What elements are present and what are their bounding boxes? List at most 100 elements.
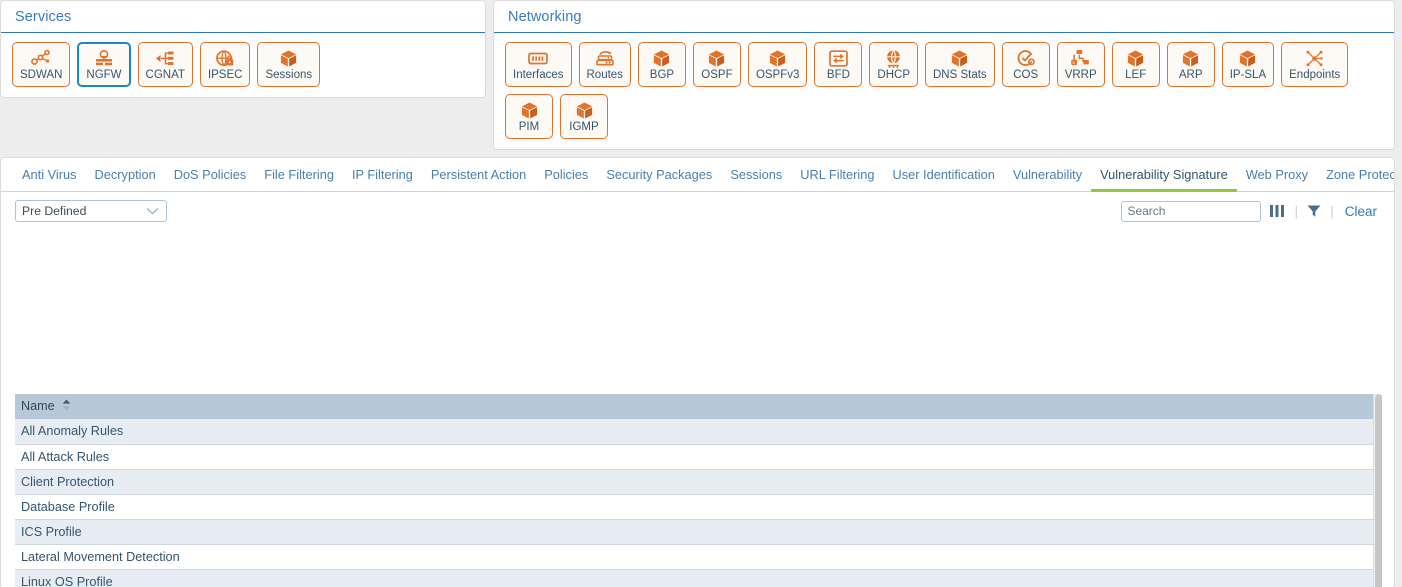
tab-dos-policies[interactable]: DoS Policies — [165, 162, 256, 192]
tile-label: ARP — [1179, 69, 1203, 82]
results-table-container: Name All Anomaly RulesAll Attack RulesCl… — [15, 394, 1382, 587]
table-row[interactable]: Client Protection — [15, 469, 1382, 494]
tab-policies[interactable]: Policies — [535, 162, 597, 192]
networking-tile-ospf[interactable]: OSPF — [693, 42, 741, 87]
table-row[interactable]: Database Profile — [15, 494, 1382, 519]
cube-icon — [707, 49, 726, 68]
services-panel-title: Services — [1, 1, 485, 33]
table-cell-name[interactable]: All Attack Rules — [15, 444, 1382, 469]
cube-icon — [950, 49, 969, 68]
tile-label: SDWAN — [20, 69, 62, 82]
table-cell-name[interactable]: Linux OS Profile — [15, 569, 1382, 587]
chevron-down-icon — [146, 204, 159, 218]
table-row[interactable]: Linux OS Profile — [15, 569, 1382, 587]
table-cell-name[interactable]: All Anomaly Rules — [15, 419, 1382, 444]
tile-label: OSPFv3 — [756, 69, 799, 82]
table-header-row: Name — [15, 394, 1382, 419]
cube-icon — [1181, 49, 1200, 68]
toolbar-divider-2: | — [1330, 203, 1334, 219]
tab-bar: Anti VirusDecryptionDoS PoliciesFile Fil… — [1, 158, 1394, 192]
table-cell-name[interactable]: ICS Profile — [15, 519, 1382, 544]
table-cell-name[interactable]: Client Protection — [15, 469, 1382, 494]
service-tile-sdwan[interactable]: SDWAN — [12, 42, 70, 87]
networking-tile-pim[interactable]: PIM — [505, 94, 553, 139]
cube-icon — [768, 49, 787, 68]
table-cell-name[interactable]: Lateral Movement Detection — [15, 544, 1382, 569]
tile-label: CGNAT — [146, 69, 185, 82]
networking-tile-ip-sla[interactable]: IP-SLA — [1222, 42, 1274, 87]
funnel-icon[interactable] — [1307, 204, 1321, 218]
networking-tile-igmp[interactable]: IGMP — [560, 94, 608, 139]
table-scrollbar-thumb[interactable] — [1375, 394, 1382, 587]
service-tile-ipsec[interactable]: IPSEC — [200, 42, 251, 87]
tab-security-packages[interactable]: Security Packages — [597, 162, 721, 192]
network-hub-icon — [1305, 49, 1324, 68]
networking-tile-arp[interactable]: ARP — [1167, 42, 1215, 87]
networking-tile-dhcp[interactable]: DHCP — [869, 42, 918, 87]
cube-icon — [520, 101, 539, 120]
cube-icon — [652, 49, 671, 68]
networking-tile-endpoints[interactable]: Endpoints — [1281, 42, 1348, 87]
columns-icon[interactable] — [1270, 204, 1285, 218]
table-head: Name — [15, 394, 1382, 419]
tab-ip-filtering[interactable]: IP Filtering — [343, 162, 422, 192]
sdwan-topology-icon — [31, 49, 51, 68]
tab-file-filtering[interactable]: File Filtering — [255, 162, 343, 192]
search-input[interactable] — [1121, 201, 1261, 222]
tab-url-filtering[interactable]: URL Filtering — [791, 162, 883, 192]
table-cell-name[interactable]: Database Profile — [15, 494, 1382, 519]
networking-tile-list: Interfaces Routes BGPOSPF OSPFv3 BFD DHCP DNS … — [494, 33, 1394, 149]
networking-tile-cos[interactable]: COS — [1002, 42, 1050, 87]
column-header-name-label: Name — [21, 399, 55, 413]
tab-anti-virus[interactable]: Anti Virus — [13, 162, 86, 192]
table-row[interactable]: All Anomaly Rules — [15, 419, 1382, 444]
tile-label: Routes — [587, 69, 623, 82]
service-tile-cgnat[interactable]: CGNAT — [138, 42, 193, 87]
networking-tile-bgp[interactable]: BGP — [638, 42, 686, 87]
column-header-name[interactable]: Name — [15, 394, 1382, 419]
tab-user-identification[interactable]: User Identification — [883, 162, 1003, 192]
tile-label: BFD — [827, 69, 850, 82]
predefined-filter-value: Pre Defined — [22, 204, 86, 218]
predefined-filter-select[interactable]: Pre Defined — [15, 200, 167, 222]
tile-label: IGMP — [569, 121, 598, 134]
tile-label: DHCP — [877, 69, 910, 82]
table-row[interactable]: Lateral Movement Detection — [15, 544, 1382, 569]
tab-web-proxy[interactable]: Web Proxy — [1237, 162, 1317, 192]
networking-tile-dns-stats[interactable]: DNS Stats — [925, 42, 995, 87]
networking-tile-lef[interactable]: LEF — [1112, 42, 1160, 87]
tab-zone-protection[interactable]: Zone Protection — [1317, 162, 1395, 192]
clear-button[interactable]: Clear — [1343, 204, 1377, 219]
service-tile-sessions[interactable]: Sessions — [257, 42, 320, 87]
sort-ascending-icon — [62, 399, 71, 414]
top-panels-row: Services SDWANNGFWCGNATIPSECSessions Net… — [0, 0, 1402, 150]
tab-sessions[interactable]: Sessions — [721, 162, 791, 192]
globe-icon — [884, 49, 903, 68]
router-stack-icon — [595, 49, 615, 68]
tile-label: NGFW — [86, 69, 121, 82]
table-row[interactable]: All Attack Rules — [15, 444, 1382, 469]
networking-tile-vrrp[interactable]: VRRP — [1057, 42, 1105, 87]
tab-decryption[interactable]: Decryption — [86, 162, 165, 192]
networking-tile-routes[interactable]: Routes — [579, 42, 631, 87]
services-panel: Services SDWAN NGFW CGNAT IPSECSessions — [0, 0, 486, 98]
tab-persistent-action[interactable]: Persistent Action — [422, 162, 535, 192]
table-body: All Anomaly RulesAll Attack RulesClient … — [15, 419, 1382, 587]
tile-label: VRRP — [1065, 69, 1097, 82]
networking-tile-bfd[interactable]: BFD — [814, 42, 862, 87]
networking-tile-ospfv3[interactable]: OSPFv3 — [748, 42, 807, 87]
nat-translate-icon — [155, 49, 175, 68]
globe-lock-icon — [215, 49, 235, 68]
tab-vulnerability-signature[interactable]: Vulnerability Signature — [1091, 162, 1237, 192]
tile-label: Endpoints — [1289, 69, 1340, 82]
networking-tile-interfaces[interactable]: Interfaces — [505, 42, 572, 87]
firewall-icon — [94, 49, 114, 68]
services-tile-list: SDWAN NGFW CGNAT IPSECSessions — [1, 33, 485, 97]
tile-label: COS — [1013, 69, 1038, 82]
tab-vulnerability[interactable]: Vulnerability — [1004, 162, 1091, 192]
table-row[interactable]: ICS Profile — [15, 519, 1382, 544]
table-vertical-scrollbar[interactable] — [1373, 394, 1382, 587]
service-tile-ngfw[interactable]: NGFW — [77, 42, 130, 87]
toolbar-divider-1: | — [1294, 203, 1298, 219]
networking-panel: Networking InterfacesRoutesBGPOSPFOSPFv3… — [493, 0, 1395, 150]
